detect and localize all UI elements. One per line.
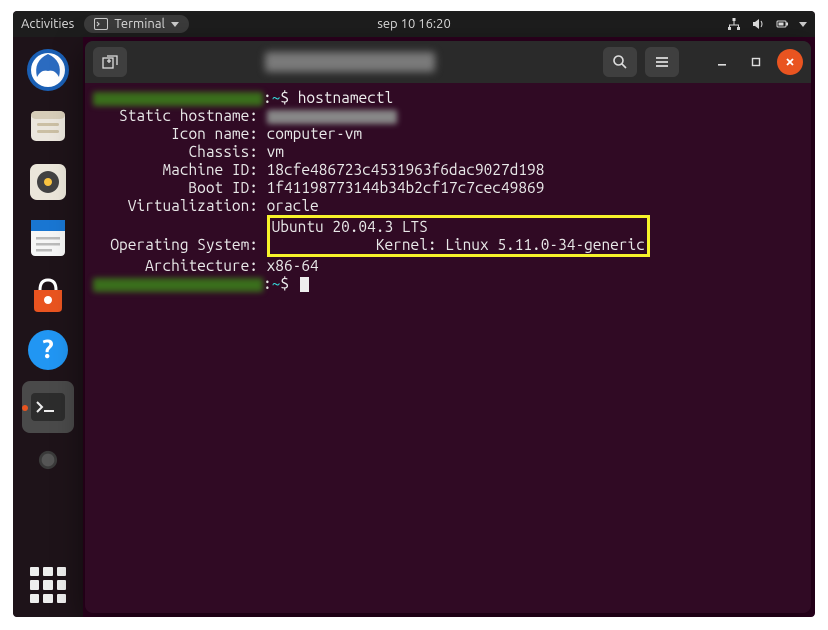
clock[interactable]: sep 10 16:20: [377, 17, 451, 31]
terminal-body[interactable]: :~$ hostnamectl Static hostname: Icon na…: [85, 83, 811, 613]
app-menu-label: Terminal: [114, 17, 165, 31]
search-button[interactable]: [603, 47, 637, 77]
close-button[interactable]: [777, 49, 803, 75]
prompt-symbol: $: [280, 275, 289, 292]
hamburger-menu-button[interactable]: [645, 47, 679, 77]
volume-icon[interactable]: [751, 17, 765, 31]
dock-app-rhythmbox[interactable]: [23, 157, 73, 207]
label-kernel: Kernel:: [376, 236, 437, 253]
label-operating-system: Operating System:: [110, 236, 258, 253]
value-chassis: vm: [267, 143, 284, 160]
minimize-button[interactable]: [709, 49, 735, 75]
value-operating-system: Ubuntu 20.04.3 LTS: [272, 218, 428, 235]
highlight-box: Ubuntu 20.04.3 LTS Kernel: Linux 5.11.0-…: [267, 215, 650, 257]
dock-app-help[interactable]: ?: [23, 325, 73, 375]
show-apps-button[interactable]: [30, 567, 66, 603]
network-icon[interactable]: [727, 17, 741, 31]
prompt-host-redacted: [93, 278, 263, 292]
activities-button[interactable]: Activities: [21, 17, 74, 31]
dock-app-partial[interactable]: [23, 435, 73, 485]
value-boot-id: 1f41198773144b34b2cf17c7cec49869: [267, 179, 545, 196]
dock-app-libreoffice-writer[interactable]: [23, 213, 73, 263]
label-machine-id: Machine ID:: [162, 161, 257, 178]
battery-icon[interactable]: [775, 17, 789, 31]
value-virtualization: oracle: [267, 197, 319, 214]
value-static-hostname-redacted: [267, 110, 397, 124]
value-icon-name: computer-vm: [267, 125, 362, 142]
dock-app-terminal[interactable]: [22, 381, 74, 433]
hamburger-icon: [654, 55, 670, 69]
command-text: hostnamectl: [298, 89, 393, 106]
running-indicator-icon: [22, 405, 28, 411]
label-boot-id: Boot ID:: [188, 179, 257, 196]
value-architecture: x86-64: [267, 257, 319, 274]
value-machine-id: 18cfe486723c4531963f6dac9027d198: [267, 161, 545, 178]
minimize-icon: [716, 56, 728, 68]
top-bar: Activities Terminal sep 10 16:20: [13, 11, 815, 37]
prompt-symbol: $: [280, 89, 289, 106]
title-bar: [85, 41, 811, 83]
chevron-down-icon[interactable]: [799, 22, 807, 27]
value-kernel: Linux 5.11.0-34-generic: [445, 236, 645, 253]
dock: ?: [13, 37, 83, 617]
dock-app-software[interactable]: [23, 269, 73, 319]
app-menu[interactable]: Terminal: [84, 15, 189, 33]
new-tab-button[interactable]: [93, 47, 127, 77]
window-title-redacted: [265, 52, 435, 72]
label-icon-name: Icon name:: [171, 125, 258, 142]
label-chassis: Chassis:: [188, 143, 257, 160]
dock-app-files[interactable]: [23, 101, 73, 151]
desktop: Activities Terminal sep 10 16:20: [13, 11, 815, 617]
label-static-hostname: Static hostname:: [119, 107, 258, 124]
terminal-icon: [94, 18, 108, 30]
search-icon: [612, 54, 628, 70]
maximize-button[interactable]: [743, 49, 769, 75]
label-virtualization: Virtualization:: [128, 197, 258, 214]
chevron-down-icon: [171, 22, 179, 27]
close-icon: [784, 56, 796, 68]
prompt-sep: :: [263, 275, 272, 292]
maximize-icon: [750, 56, 762, 68]
svg-text:?: ?: [42, 334, 53, 363]
prompt-sep: :: [263, 89, 272, 106]
prompt-host-redacted: [93, 92, 263, 106]
new-tab-icon: [102, 55, 118, 69]
label-architecture: Architecture:: [145, 257, 258, 274]
dock-app-thunderbird[interactable]: [23, 45, 73, 95]
terminal-window: :~$ hostnamectl Static hostname: Icon na…: [85, 41, 811, 613]
cursor: [300, 277, 309, 292]
